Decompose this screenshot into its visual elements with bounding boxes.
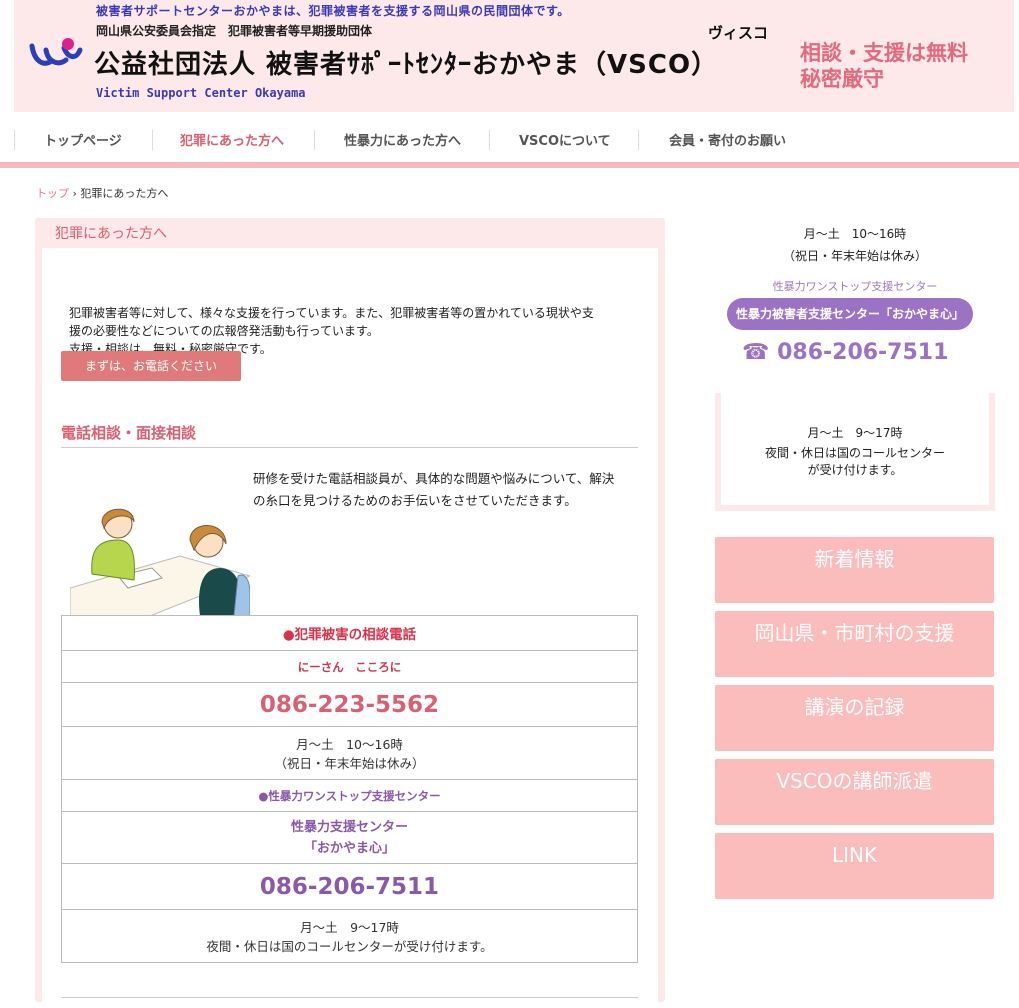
sv-center-heading: ●性暴力ワンストップ支援センター: [61, 779, 638, 812]
box-hours: 月～土 9～17時: [807, 426, 903, 440]
sv-center-phone[interactable]: 086-206-7511: [61, 863, 638, 910]
sidebar-phone-number: 086-206-7511: [777, 340, 949, 365]
sv-center-name: 性暴力支援センター 「おかやま心」: [61, 811, 638, 864]
designation-text: 岡山県公安委員会指定 犯罪被害者等早期援助団体: [96, 24, 373, 38]
nav-divider: [314, 130, 315, 150]
breadcrumb: トップ › 犯罪にあった方へ: [36, 185, 168, 201]
nav-divider: [638, 130, 639, 150]
crime-hotline-hours: 月～土 10～16時 （祝日・年末年始は休み）: [61, 726, 638, 780]
org-english-name: Victim Support Center Okayama: [96, 86, 306, 100]
vsco-logo-icon[interactable]: [28, 36, 84, 72]
nav-divider: [14, 130, 15, 150]
hours-line: （祝日・年末年始は休み）: [274, 756, 425, 771]
hours-line: 月～土 9～17時: [300, 920, 399, 935]
sidebar-hours-box: 月～土 9～17時 夜間・休日は国のコールセンター が受け付けます。: [715, 393, 995, 511]
sidebar-sv-label: 性暴力ワンストップ支援センター: [772, 280, 938, 293]
phone-table: ●犯罪被害の相談電話 にーさん こころに 086-223-5562 月～土 10…: [61, 615, 638, 963]
free-confidential-note: 相談・支援は無料 秘密厳守: [800, 40, 968, 92]
nav-item-sexual-violence[interactable]: 性暴力にあった方へ: [344, 130, 461, 149]
content-divider: [61, 997, 638, 998]
nav-item-top[interactable]: トップページ: [44, 130, 122, 149]
sv-name-line: 性暴力支援センター: [290, 819, 408, 835]
phone-icon: ☎: [742, 340, 770, 365]
sidebar-sv-center-pill[interactable]: 性暴力被害者支援センター「おかやま心」: [727, 298, 973, 330]
crime-hotline-mnemonic: にーさん こころに: [61, 650, 638, 683]
main-nav: トップページ 犯罪にあった方へ 性暴力にあった方へ VSCOについて 会員・寄付…: [14, 118, 1014, 162]
intro-text: 犯罪被害者等に対して、様々な支援を行っています。また、犯罪被害者等の置かれている…: [69, 304, 659, 358]
desc-line: 研修を受けた電話相談員が、具体的な問題や悩みについて、解決: [253, 471, 615, 486]
intro-line: 援の必要性などについての広報啓発活動も行っています。: [69, 324, 379, 338]
box-note: 夜間・休日は国のコールセンター: [764, 446, 945, 460]
sidebar-button-lecture-records[interactable]: 講演の記録: [715, 685, 994, 751]
nav-underline: [0, 162, 1019, 168]
sidebar-button-prefecture-support[interactable]: 岡山県・市町村の支援: [715, 611, 994, 677]
section-divider: [61, 447, 638, 448]
desc-line: の糸口を見つけるためのお手伝いをさせていただきます。: [253, 493, 577, 508]
nav-item-membership[interactable]: 会員・寄付のお願い: [669, 130, 786, 149]
sv-name-line: 「おかやま心」: [303, 840, 395, 856]
nav-divider: [152, 130, 153, 150]
org-name[interactable]: 公益社団法人 被害者ｻﾎﾟｰﾄｾﾝﾀｰおかやま（VSCO）: [94, 44, 718, 81]
sidebar-phone[interactable]: ☎ 086-206-7511: [742, 340, 948, 365]
box-note: が受け付けます。: [807, 463, 903, 477]
nav-item-crime[interactable]: 犯罪にあった方へ: [180, 130, 284, 149]
sidebar-crime-hours: 月～土 10～16時 （祝日・年末年始は休み）: [760, 223, 950, 267]
consultation-illustration: [70, 508, 250, 616]
nav-item-about[interactable]: VSCOについて: [519, 130, 611, 149]
free-note-line1: 相談・支援は無料: [800, 41, 968, 65]
consultation-description: 研修を受けた電話相談員が、具体的な問題や悩みについて、解決 の糸口を見つけるため…: [253, 468, 643, 512]
sidebar-hours-box-inner: 月～土 9～17時 夜間・休日は国のコールセンター が受け付けます。: [721, 393, 989, 505]
section-title-consultation: 電話相談・面接相談: [61, 424, 197, 442]
crime-hotline-heading: ●犯罪被害の相談電話: [61, 615, 638, 651]
breadcrumb-separator: ›: [72, 187, 77, 200]
hours-line: 月～土 10～16時: [296, 737, 403, 752]
hours-line: （祝日・年末年始は休み）: [782, 249, 927, 263]
hours-line: 月～土 10～16時: [803, 227, 907, 241]
breadcrumb-current: 犯罪にあった方へ: [80, 187, 169, 200]
site-tagline: 被害者サポートセンターおかやまは、犯罪被害者を支援する岡山県の民間団体です。: [96, 4, 570, 18]
free-note-line2: 秘密厳守: [800, 67, 884, 91]
sidebar-button-news[interactable]: 新着情報: [715, 537, 994, 603]
org-ruby: ヴィスコ: [708, 24, 769, 42]
nav-divider: [489, 130, 490, 150]
sidebar-button-lecturer-dispatch[interactable]: VSCOの講師派遣: [715, 759, 994, 825]
call-us-button[interactable]: まずは、お電話ください: [61, 351, 241, 381]
sv-center-hours: 月～土 9～17時 夜間・休日は国のコールセンターが受け付けます。: [61, 909, 638, 963]
page-title: 犯罪にあった方へ: [55, 226, 167, 242]
hours-line: 夜間・休日は国のコールセンターが受け付けます。: [206, 939, 493, 954]
crime-hotline-phone[interactable]: 086-223-5562: [61, 682, 638, 727]
breadcrumb-home[interactable]: トップ: [36, 187, 69, 200]
intro-line: 犯罪被害者等に対して、様々な支援を行っています。また、犯罪被害者等の置かれている…: [69, 306, 594, 320]
sidebar-button-link[interactable]: LINK: [715, 833, 994, 899]
